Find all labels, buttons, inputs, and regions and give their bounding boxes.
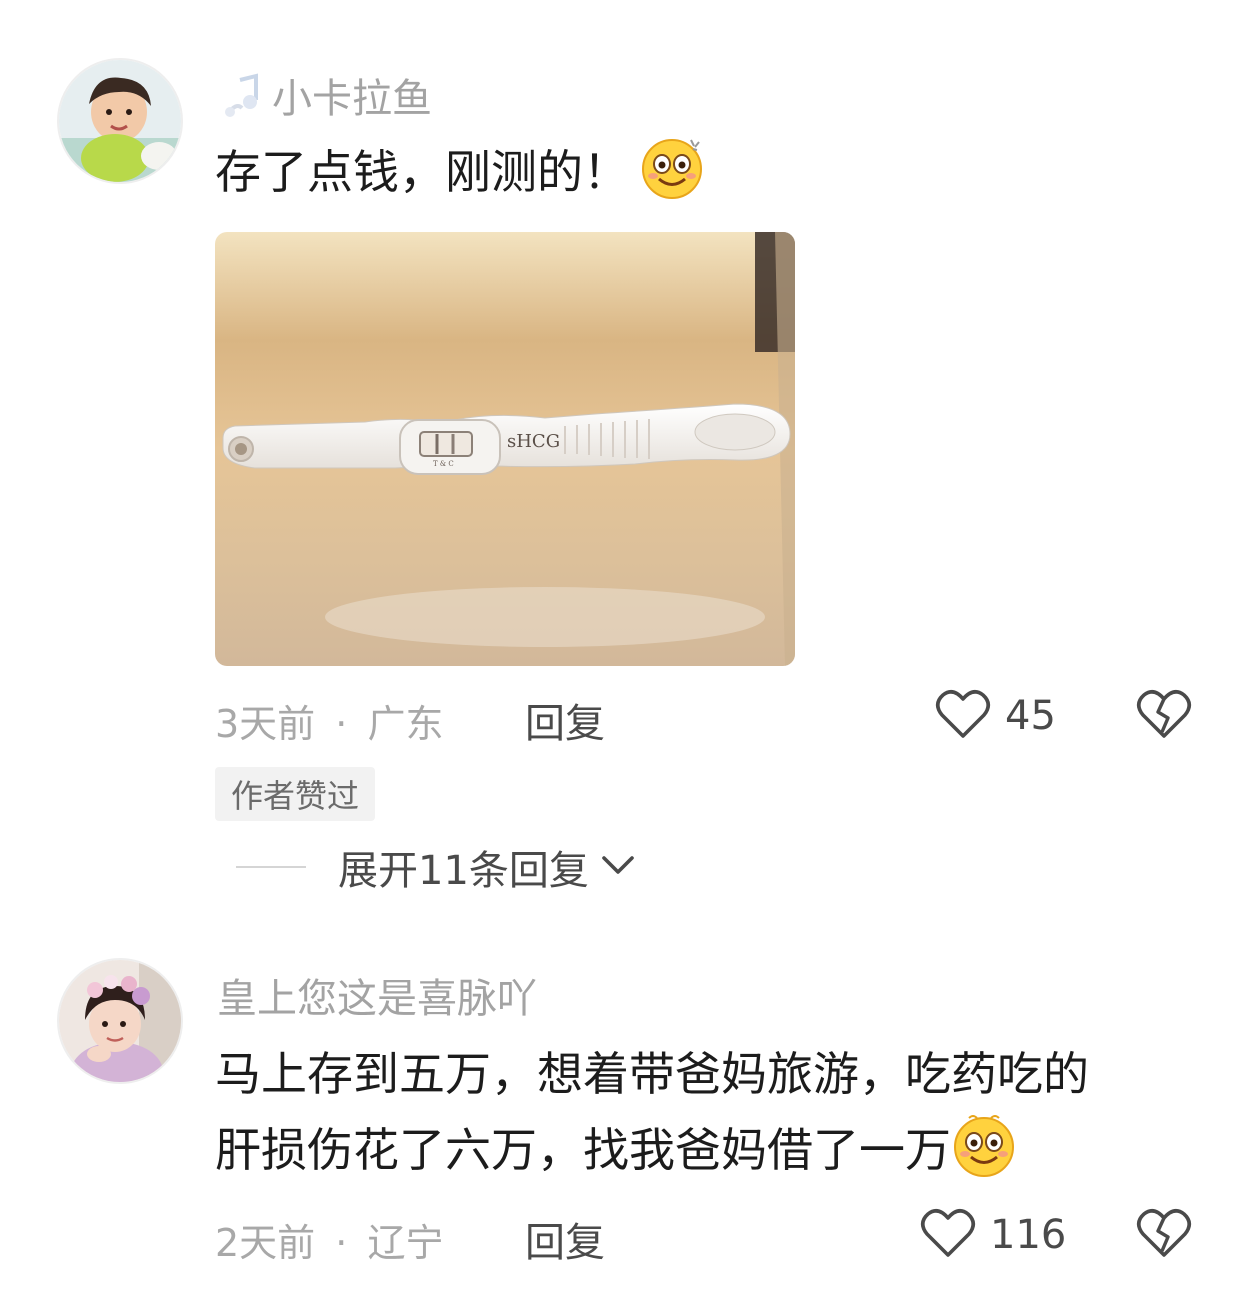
username[interactable]: 皇上您这是喜脉吖 (217, 966, 537, 1024)
avatar[interactable] (57, 958, 183, 1084)
comment-text: 马上存到五万，想着带爸妈旅游，吃药吃的 肝损伤花了六万，找我爸妈借了一万 (215, 1036, 1089, 1188)
heart-icon (920, 1207, 976, 1263)
expand-divider-line (236, 866, 306, 868)
username[interactable]: 小卡拉鱼 (220, 66, 432, 124)
like-button[interactable]: 45 (935, 688, 1056, 744)
pregnancy-test-photo: T & C sHCG (215, 232, 795, 666)
avatar[interactable] (57, 58, 183, 184)
comment-text-line-2: 肝损伤花了六万，找我爸妈借了一万 (215, 1112, 1089, 1188)
like-count: 116 (990, 1212, 1067, 1258)
dizzy-smile-emoji-icon (639, 134, 705, 200)
attached-photo[interactable]: T & C sHCG (215, 232, 795, 666)
reply-button[interactable]: 回复 (525, 1210, 605, 1268)
expand-replies-label: 展开11条回复 (338, 848, 589, 894)
comment-text-line-1: 马上存到五万，想着带爸妈旅游，吃药吃的 (215, 1047, 1089, 1101)
expand-replies-button[interactable]: 展开11条回复 (236, 838, 635, 896)
comment-location: 辽宁 (367, 1221, 444, 1265)
comment-text: 存了点钱，刚测的！ (215, 134, 705, 210)
dislike-button[interactable] (1136, 1207, 1192, 1263)
broken-heart-icon (1136, 690, 1192, 744)
meta-separator: · (335, 1221, 348, 1265)
reply-button[interactable]: 回复 (525, 691, 605, 749)
strip-brand-text: sHCG (507, 431, 560, 452)
avatar-child-photo (59, 60, 181, 182)
avatar-girl-photo (59, 960, 181, 1082)
strip-window-marks: T & C (433, 460, 454, 468)
heart-icon (935, 688, 991, 744)
author-liked-badge: 作者赞过 (215, 767, 376, 821)
dizzy-smile-emoji-icon (951, 1112, 1017, 1178)
chevron-down-icon (601, 854, 635, 880)
dislike-button[interactable] (1136, 688, 1192, 744)
comment-meta: 2天前 · 辽宁 (215, 1212, 443, 1267)
like-button[interactable]: 116 (920, 1207, 1066, 1263)
broken-heart-icon (1136, 1209, 1192, 1263)
meta-separator: · (335, 702, 348, 746)
comment-meta: 3天前 · 广东 (215, 693, 443, 748)
music-note-icon (220, 72, 268, 120)
comment-location: 广东 (367, 702, 444, 746)
comment-time: 2天前 (215, 1221, 316, 1265)
comment-time: 3天前 (215, 702, 316, 746)
like-count: 45 (1005, 693, 1056, 739)
